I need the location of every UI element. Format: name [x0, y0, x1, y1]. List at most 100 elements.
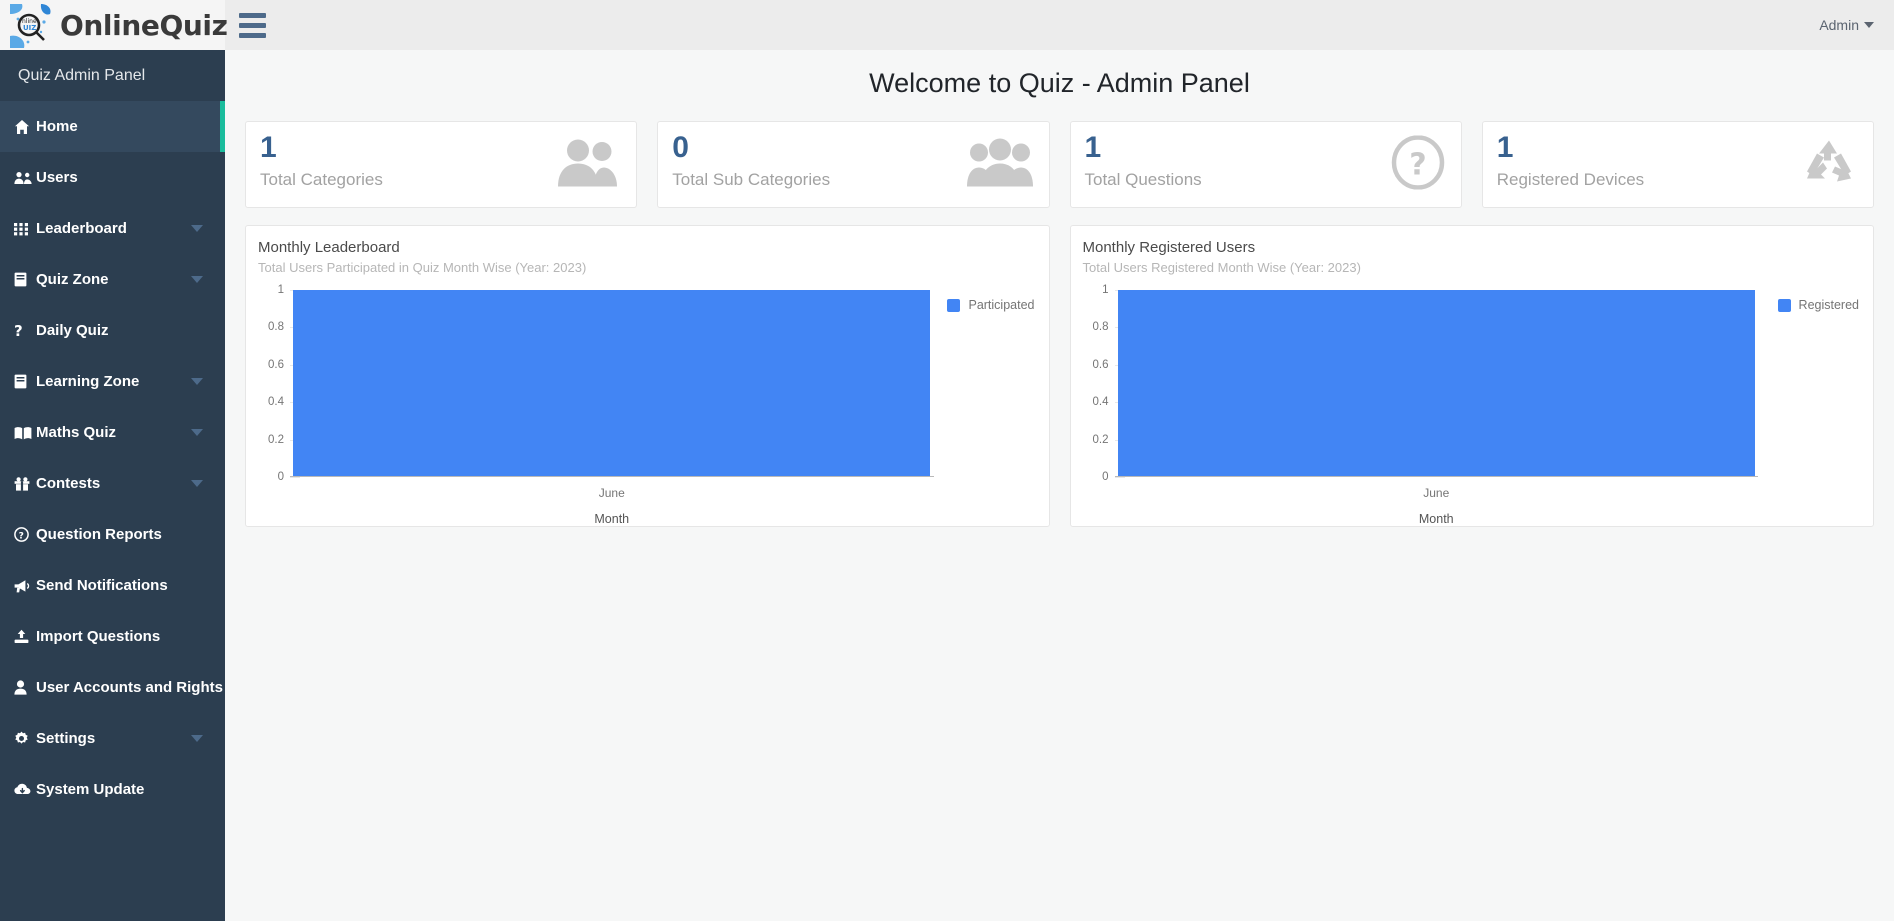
main-content: Welcome to Quiz - Admin Panel 1 Total Cat… — [225, 50, 1894, 921]
book-icon — [14, 272, 27, 287]
stat-card-total-sub-categories[interactable]: 0 Total Sub Categories — [657, 121, 1050, 208]
home-icon — [14, 119, 30, 135]
book-icon — [14, 272, 36, 287]
sidebar-item-question-reports[interactable]: ? Question Reports — [0, 509, 225, 560]
charts-row: Monthly Leaderboard Total Users Participa… — [225, 208, 1894, 527]
sidebar-item-learning-zone[interactable]: Learning Zone — [0, 356, 225, 407]
bar[interactable] — [1117, 290, 1755, 476]
svg-text:?: ? — [19, 531, 24, 541]
x-axis-tick: June — [598, 486, 625, 500]
user-icon — [14, 680, 27, 695]
admin-label: Admin — [1819, 17, 1859, 33]
stat-card-registered-devices[interactable]: 1 Registered Devices — [1481, 121, 1874, 208]
chart-card-monthly-registered-users: Monthly Registered Users Total Users Regi… — [1069, 225, 1874, 527]
sidebar-item-maths-quiz[interactable]: Maths Quiz — [0, 407, 225, 458]
sidebar-item-contests[interactable]: Contests — [0, 458, 225, 509]
y-axis-tick: 0 — [277, 471, 284, 483]
upload-icon — [14, 629, 29, 644]
y-axis-tick: 0 — [1102, 471, 1109, 483]
y-axis-tick: 0.8 — [268, 321, 284, 334]
svg-text:?: ? — [1409, 147, 1426, 182]
x-axis-title: Month — [594, 512, 630, 526]
sidebar-item-label: User Accounts and Rights — [36, 679, 223, 696]
y-axis: 1 0.8 0.6 0.4 0.2 0 — [1081, 284, 1115, 483]
sidebar-nav: Home Users Leaderboard Quiz Zone? Daily Quiz… — [0, 101, 225, 815]
sidebar-item-users[interactable]: Users — [0, 152, 225, 203]
chart-legend[interactable]: Participated — [947, 298, 1038, 312]
stat-card-total-categories[interactable]: 1 Total Categories — [245, 121, 638, 208]
svg-text:UIZ: UIZ — [23, 24, 36, 32]
chart-card-monthly-leaderboard: Monthly Leaderboard Total Users Participa… — [245, 225, 1050, 527]
chart-subtitle: Total Users Participated in Quiz Month W… — [258, 260, 587, 275]
sidebar-item-system-update[interactable]: System Update — [0, 764, 225, 815]
gear-icon — [14, 731, 36, 746]
sidebar-item-home[interactable]: Home — [0, 101, 225, 152]
sidebar-item-label: Daily Quiz — [36, 322, 109, 339]
svg-text:?: ? — [14, 323, 23, 338]
bullhorn-icon — [14, 579, 31, 593]
gift-icon — [14, 476, 36, 491]
legend-label: Registered — [1798, 298, 1859, 312]
sidebar-item-label: Leaderboard — [36, 220, 127, 237]
chevron-down-icon[interactable] — [191, 378, 203, 385]
y-axis-tick: 1 — [277, 284, 284, 296]
sidebar-item-import-questions[interactable]: Import Questions — [0, 611, 225, 662]
two-users-icon — [554, 137, 620, 192]
legend-swatch-icon — [947, 298, 961, 312]
question-circle-icon: ? — [1391, 135, 1445, 194]
y-axis-tick: 0.6 — [1092, 358, 1109, 371]
chevron-down-icon[interactable] — [191, 276, 203, 283]
cloud-download-icon — [14, 783, 36, 796]
chart-subtitle: Total Users Registered Month Wise (Year:… — [1082, 260, 1361, 275]
sidebar-item-send-notifications[interactable]: Send Notifications — [0, 560, 225, 611]
plot-area — [290, 290, 934, 477]
y-axis: 1 0.8 0.6 0.4 0.2 0 — [256, 284, 290, 483]
y-axis-tick: 1 — [1102, 284, 1109, 296]
stat-card-total-questions[interactable]: 1 Total Questions? — [1069, 121, 1462, 208]
question-circle-icon: ? — [1391, 135, 1445, 189]
chart-title: Monthly Registered Users — [1082, 239, 1256, 256]
hamburger-icon[interactable] — [225, 0, 279, 50]
sidebar-item-label: Import Questions — [36, 628, 161, 645]
chevron-down-icon[interactable] — [191, 735, 203, 742]
grid-icon — [14, 222, 36, 236]
user-icon — [14, 680, 36, 695]
chevron-down-icon[interactable] — [191, 429, 203, 436]
grid-icon — [14, 222, 28, 236]
sidebar-item-label: Users — [36, 169, 78, 186]
sidebar-item-leaderboard[interactable]: Leaderboard — [0, 203, 225, 254]
open-book-icon — [14, 426, 32, 440]
sidebar-item-label: Settings — [36, 730, 96, 747]
chart-legend[interactable]: Registered — [1777, 298, 1863, 312]
sidebar-item-quiz-zone[interactable]: Quiz Zone — [0, 254, 225, 305]
sidebar-item-daily-quiz[interactable]: ? Daily Quiz — [0, 305, 225, 356]
bullhorn-icon — [14, 579, 36, 593]
y-axis-tick-mark — [1114, 477, 1125, 478]
sidebar-item-label: Quiz Zone — [36, 271, 109, 288]
chart-plot: 1 0.8 0.6 0.4 0.2 0 June Month Participated — [256, 284, 1039, 526]
chart-title: Monthly Leaderboard — [258, 239, 400, 256]
help-circle-icon: ? — [14, 527, 36, 542]
sidebar-item-settings[interactable]: Settings — [0, 713, 225, 764]
recycle-icon — [1801, 137, 1857, 192]
home-icon — [14, 119, 36, 135]
y-axis-tick: 0.6 — [268, 358, 284, 371]
quiz-logo-icon: nline UIZ — [8, 2, 54, 48]
chevron-down-icon — [1864, 22, 1874, 28]
stat-cards-row: 1 Total Categories 0 Total Sub Categories 1 T… — [225, 99, 1894, 208]
legend-swatch-icon — [1777, 298, 1791, 312]
x-axis-tick: June — [1423, 486, 1450, 500]
y-axis-tick: 0.2 — [1092, 433, 1109, 446]
chevron-down-icon[interactable] — [191, 480, 203, 487]
chevron-down-icon[interactable] — [191, 225, 203, 232]
brand-area[interactable]: nline UIZ OnlineQuiz — [0, 0, 228, 50]
open-book-icon — [14, 426, 36, 440]
plot-area — [1114, 290, 1758, 477]
admin-dropdown[interactable]: Admin — [1819, 17, 1874, 33]
sidebar-item-user-accounts-and-rights[interactable]: User Accounts and Rights — [0, 662, 225, 713]
three-users-icon — [966, 137, 1033, 192]
y-axis-tick: 0.4 — [1092, 396, 1109, 409]
bar[interactable] — [293, 290, 931, 476]
y-axis-tick: 0.2 — [268, 433, 284, 446]
sidebar-item-label: System Update — [36, 781, 145, 798]
